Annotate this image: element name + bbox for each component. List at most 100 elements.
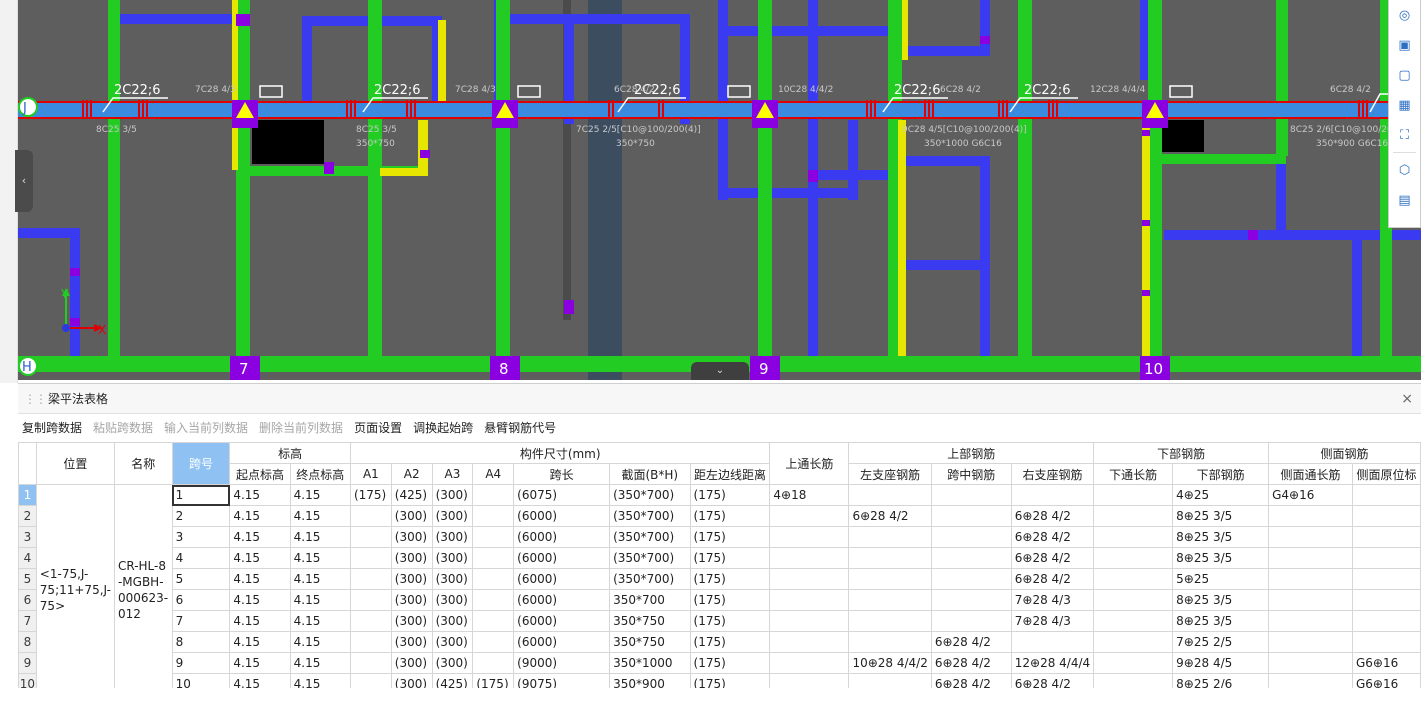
cell-a3[interactable]: (300) [431,610,474,632]
beam-drawing[interactable]: 2C22;6 2C22;6 2C22;6 2C22;6 2C22;6 7C28 … [18,0,1421,380]
cell-a2[interactable]: (300) [390,505,433,527]
cell-span[interactable]: 1 [171,484,231,506]
cell-sec[interactable]: (350*700) [609,568,691,590]
cell-se[interactable]: 4.15 [229,547,291,569]
cell-se[interactable]: 4.15 [229,568,291,590]
table-row[interactable]: 2 2 4.15 4.15 (300) (300) (6000) (350*700) (175)… [18,505,1421,527]
collapse-left-panel-button[interactable]: ‹ [15,150,33,212]
cell-a3[interactable]: (425) [431,673,474,688]
cell-sec[interactable]: 350*900 [609,673,691,688]
cell-se[interactable]: 4.15 [229,505,291,527]
cell-so[interactable] [1351,610,1421,632]
cell-edge[interactable]: (175) [689,652,771,674]
table-row[interactable]: 8 8 4.15 4.15 (300) (300) (6000) 350*750 (175) 6⊕… [18,631,1421,653]
cell-st[interactable] [1268,610,1353,632]
cell-edge[interactable]: (175) [689,589,771,611]
toolbar-button-6[interactable]: 悬臂钢筋代号 [484,419,556,436]
toolbar-button-0[interactable]: 复制跨数据 [22,419,82,436]
cell-mid[interactable] [930,484,1012,506]
cell-mid[interactable] [930,547,1012,569]
toolbar-button-5[interactable]: 调换起始跨 [413,419,473,436]
row-number[interactable]: 10 [18,673,37,688]
cell-ee[interactable]: 4.15 [289,505,351,527]
table-row[interactable]: 4 4 4.15 4.15 (300) (300) (6000) (350*700) (175)… [18,547,1421,569]
cell-bot[interactable]: 8⊕25 3/5 [1172,610,1270,632]
cell-ee[interactable]: 4.15 [289,484,351,506]
cell-se[interactable]: 4.15 [229,589,291,611]
cell-bot[interactable]: 8⊕25 2/6 [1172,673,1270,688]
cell-edge[interactable]: (175) [689,610,771,632]
cell-span[interactable]: 7 [171,610,231,632]
cell-bt[interactable] [1093,589,1174,611]
cell-a2[interactable]: (300) [390,673,433,688]
cell-bt[interactable] [1093,610,1174,632]
cell-ls[interactable] [848,568,932,590]
cell-so[interactable] [1351,484,1421,506]
table-row[interactable]: 10 10 4.15 4.15 (300) (425) (175) (9075) 350*900… [18,673,1421,688]
cell-span[interactable]: 9 [171,652,231,674]
cell-a3[interactable]: (300) [431,484,474,506]
cell-span[interactable]: 2 [171,505,231,527]
cell-ls[interactable] [848,673,932,688]
cell-a1[interactable] [349,610,392,632]
cell-len[interactable]: (6000) [513,610,611,632]
position-cell[interactable]: <1-75,J-75;11+75,J-75> [35,484,115,688]
cell-sec[interactable]: 350*1000 [609,652,691,674]
cell-ee[interactable]: 4.15 [289,526,351,548]
cell-st[interactable] [1268,505,1353,527]
cell-bot[interactable]: 9⊕28 4/5 [1172,652,1270,674]
cell-len[interactable]: (6000) [513,568,611,590]
cell-a1[interactable] [349,526,392,548]
cell-mid[interactable] [930,526,1012,548]
cad-viewport[interactable]: 2C22;6 2C22;6 2C22;6 2C22;6 2C22;6 7C28 … [0,0,1421,383]
cell-rs[interactable]: 6⊕28 4/2 [1010,526,1095,548]
cell-ls[interactable] [848,526,932,548]
cell-a3[interactable]: (300) [431,526,474,548]
header-span-no[interactable]: 跨号 [171,442,231,485]
cell-len[interactable]: (6000) [513,547,611,569]
cell-sec[interactable]: (350*700) [609,505,691,527]
cell-a3[interactable]: (300) [431,631,474,653]
cell-mid[interactable]: 6⊕28 4/2 [930,673,1012,688]
cell-a2[interactable]: (300) [390,652,433,674]
view-cube-icon[interactable]: ▢ [1389,60,1420,90]
cell-a2[interactable]: (300) [390,631,433,653]
beam-table[interactable]: 位置 名称 跨号 标高 构件尺寸(mm) 上通长筋 上部钢筋 下部钢筋 侧面钢筋… [18,442,1421,688]
table-row[interactable]: 3 3 4.15 4.15 (300) (300) (6000) (350*700) (175)… [18,526,1421,548]
cell-rs[interactable] [1010,631,1095,653]
cell-a3[interactable]: (300) [431,547,474,569]
drag-handle-icon[interactable]: ⋮⋮ [24,392,47,406]
cell-a2[interactable]: (300) [390,526,433,548]
cell-rs[interactable]: 6⊕28 4/2 [1010,505,1095,527]
cell-a4[interactable] [472,568,515,590]
cell-sec[interactable]: (350*700) [609,484,691,506]
cell-a4[interactable] [472,631,515,653]
cell-rs[interactable]: 12⊕28 4/4/4 [1010,652,1095,674]
cell-bot[interactable]: 8⊕25 3/5 [1172,505,1270,527]
cell-edge[interactable]: (175) [689,484,771,506]
cell-rs[interactable]: 7⊕28 4/3 [1010,610,1095,632]
cell-len[interactable]: (6000) [513,631,611,653]
cell-rs[interactable]: 7⊕28 4/3 [1010,589,1095,611]
cell-sec[interactable]: (350*700) [609,547,691,569]
cell-a3[interactable]: (300) [431,589,474,611]
cell-rs[interactable]: 6⊕28 4/2 [1010,568,1095,590]
close-icon[interactable]: × [1401,391,1413,407]
name-cell[interactable]: CR-HL-8-MGBH-000623-012 [113,484,173,688]
cell-a1[interactable] [349,652,392,674]
cell-top[interactable] [769,505,850,527]
view-document-icon[interactable]: ▤ [1389,185,1420,215]
cell-sec[interactable]: 350*750 [609,631,691,653]
cell-so[interactable] [1351,568,1421,590]
cell-len[interactable]: (9000) [513,652,611,674]
cell-a2[interactable]: (300) [390,610,433,632]
cell-bt[interactable] [1093,505,1174,527]
cell-ee[interactable]: 4.15 [289,589,351,611]
view-isometric-icon[interactable]: ⬡ [1389,155,1420,185]
cell-edge[interactable]: (175) [689,673,771,688]
cell-a1[interactable] [349,589,392,611]
cell-edge[interactable]: (175) [689,568,771,590]
cell-bot[interactable]: 8⊕25 3/5 [1172,526,1270,548]
cell-len[interactable]: (9075) [513,673,611,688]
cell-edge[interactable]: (175) [689,631,771,653]
